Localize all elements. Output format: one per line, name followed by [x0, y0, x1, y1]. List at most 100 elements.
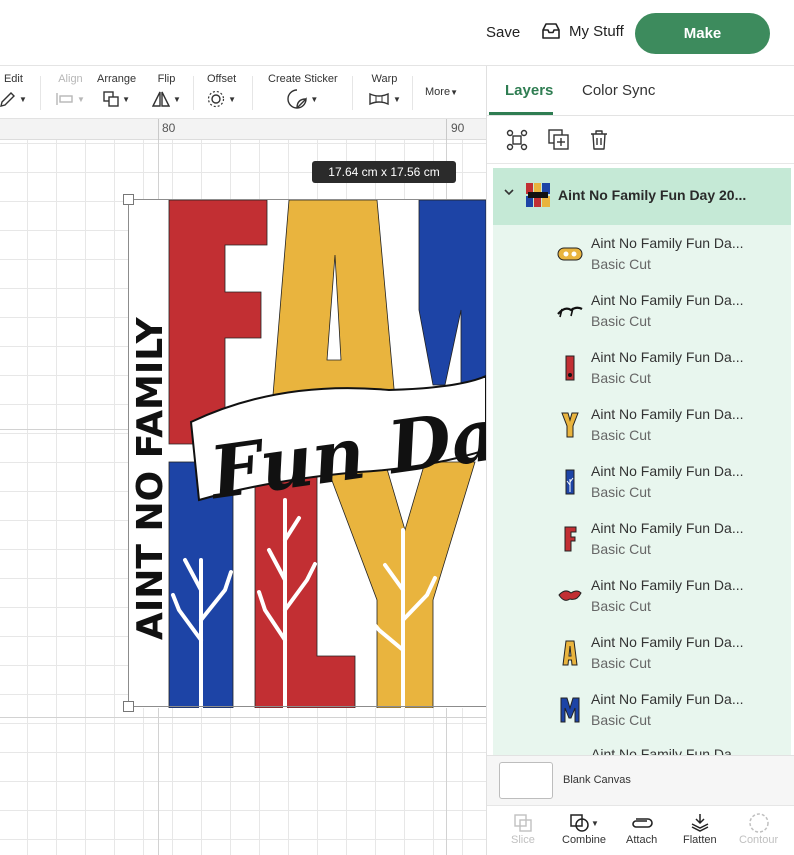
layer-operation: Basic Cut: [591, 256, 651, 272]
more-button[interactable]: More▼: [425, 86, 458, 98]
more-label: More: [425, 86, 451, 98]
layer-thumbnail-y: [561, 412, 579, 438]
active-tab-indicator: [489, 112, 553, 115]
layer-name: Aint No Family Fun Da...: [591, 235, 744, 251]
chevron-down-icon: ▼: [173, 94, 181, 104]
layer-thumbnail-f: [564, 526, 577, 552]
flip-label: Flip: [157, 73, 176, 85]
pencil-icon: [0, 92, 15, 107]
align-tool[interactable]: Align ▼: [56, 73, 85, 108]
horizontal-ruler: 80 90: [0, 118, 486, 140]
layer-item[interactable]: Aint No Family Fun Da... Basic Cut: [493, 282, 791, 339]
make-button[interactable]: Make: [635, 13, 770, 54]
group-icon[interactable]: [506, 129, 528, 151]
flatten-label: Flatten: [683, 834, 717, 846]
layer-name: Aint No Family Fun Da...: [591, 463, 744, 479]
align-icon: [56, 93, 73, 105]
layer-item[interactable]: Aint No Family Fun Da... Basic Cut: [493, 567, 791, 624]
trash-icon[interactable]: [588, 129, 610, 151]
top-header: Save My Stuff Make: [0, 0, 794, 66]
my-stuff-button[interactable]: My Stuff: [541, 22, 624, 40]
edit-toolbar: Edit ▼ Align ▼ Arrange ▼ Flip ▼ Offset ▼…: [0, 66, 486, 118]
arrange-tool[interactable]: Arrange ▼: [97, 73, 136, 108]
layer-name: Aint No Family Fun Da...: [591, 406, 744, 422]
combine-icon: [570, 814, 589, 832]
combine-label: Combine: [562, 834, 607, 846]
offset-tool[interactable]: Offset ▼: [207, 73, 236, 108]
paperclip-icon: [631, 818, 653, 828]
layer-item[interactable]: Aint No Family Fun Da... Basic Cut: [493, 510, 791, 567]
group-thumbnail: [526, 183, 550, 207]
layer-thumbnail-bar-red: [565, 355, 575, 381]
layer-operation: Basic Cut: [591, 484, 651, 500]
layer-thumbnail-a: [562, 640, 578, 666]
create-sticker-label: Create Sticker: [268, 73, 338, 85]
layer-name: Aint No Family Fun Da...: [591, 520, 744, 536]
layer-item[interactable]: Aint No Family Fun Da... Basic Cut: [493, 681, 791, 738]
save-button[interactable]: Save: [486, 24, 520, 41]
layer-operation: Basic Cut: [591, 313, 651, 329]
panel-tabs: Layers Color Sync: [487, 66, 794, 116]
edit-label: Edit: [3, 73, 23, 85]
layer-thumbnail-m: [560, 697, 580, 723]
tab-color-sync[interactable]: Color Sync: [582, 82, 655, 99]
resize-handle-top-left[interactable]: [123, 194, 134, 205]
layer-thumbnail-bar-blue: [565, 469, 575, 495]
attach-button[interactable]: Attach: [626, 812, 657, 846]
divider: [412, 76, 413, 110]
chevron-down-icon: ▼: [591, 818, 599, 828]
grid-major-line: [0, 717, 486, 718]
create-sticker-tool[interactable]: Create Sticker ▼: [268, 73, 338, 109]
blank-canvas-row[interactable]: Blank Canvas: [487, 755, 794, 805]
layer-bottom-toolbar: Slice ▼ Combine Attach Flatten Contour: [487, 805, 794, 855]
layer-name: Aint No Family Fun Da...: [591, 634, 744, 650]
layer-operation: Basic Cut: [591, 370, 651, 386]
tab-layers[interactable]: Layers: [505, 82, 553, 99]
flip-icon: [152, 91, 170, 107]
contour-icon: [748, 813, 769, 833]
divider: [252, 76, 253, 110]
layer-thumbnail-swirl: [558, 590, 582, 601]
layer-group-row[interactable]: Aint No Family Fun Day 20...: [493, 168, 791, 225]
layer-actions: [487, 116, 794, 164]
canvas-color-swatch[interactable]: [499, 762, 553, 799]
layer-item[interactable]: Aint No Family Fun Da... Basic Cut: [493, 624, 791, 681]
chevron-down-icon: ▼: [393, 94, 401, 104]
resize-handle-bottom-left[interactable]: [123, 701, 134, 712]
offset-label: Offset: [207, 73, 237, 85]
warp-label: Warp: [371, 73, 398, 85]
tray-icon: [542, 23, 560, 39]
chevron-down-icon: ▼: [310, 94, 319, 104]
blank-canvas-label: Blank Canvas: [563, 774, 631, 786]
offset-icon: [208, 90, 225, 108]
warp-tool[interactable]: Warp ▼: [368, 73, 401, 108]
layer-item[interactable]: Aint No Family Fun Da...: [493, 738, 791, 755]
layer-operation: Basic Cut: [591, 427, 651, 443]
layer-operation: Basic Cut: [591, 712, 651, 728]
layer-name: Aint No Family Fun Da...: [591, 577, 744, 593]
combine-button[interactable]: ▼ Combine: [562, 812, 606, 846]
flatten-icon: [691, 814, 709, 832]
arrange-label: Arrange: [97, 73, 137, 85]
caret-down-icon: ▼: [450, 88, 458, 97]
chevron-down-icon: ▼: [122, 94, 131, 104]
ruler-tick: [446, 119, 447, 140]
slice-button[interactable]: Slice: [511, 812, 535, 846]
flatten-button[interactable]: Flatten: [683, 812, 717, 846]
contour-button[interactable]: Contour: [739, 812, 778, 846]
layer-item[interactable]: Aint No Family Fun Da... Basic Cut: [493, 453, 791, 510]
duplicate-icon[interactable]: [548, 129, 570, 151]
layer-item[interactable]: Aint No Family Fun Da... Basic Cut: [493, 396, 791, 453]
warp-icon: [369, 92, 389, 106]
group-name: Aint No Family Fun Day 20...: [558, 187, 747, 203]
layer-item[interactable]: Aint No Family Fun Da... Basic Cut: [493, 225, 791, 282]
slice-label: Slice: [511, 834, 535, 846]
flip-tool[interactable]: Flip ▼: [152, 73, 181, 108]
layer-item[interactable]: Aint No Family Fun Da... Basic Cut: [493, 339, 791, 396]
chevron-down-icon: ▼: [19, 94, 27, 104]
design-canvas[interactable]: 17.64 cm x 17.56 cm AINT NO FAMILY Fun D…: [0, 140, 486, 855]
chevron-down-icon[interactable]: [503, 186, 515, 198]
divider: [352, 76, 353, 110]
edit-tool[interactable]: Edit ▼: [0, 73, 27, 108]
layer-name: Aint No Family Fun Da...: [591, 292, 744, 308]
